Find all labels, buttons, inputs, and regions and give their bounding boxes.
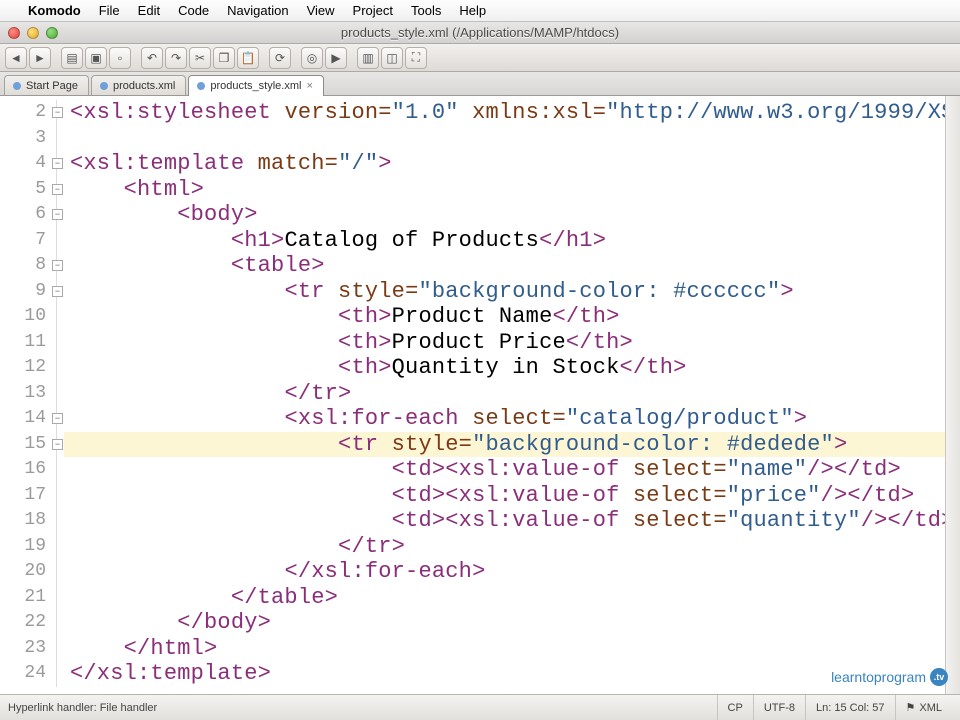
app-name[interactable]: Komodo xyxy=(28,3,81,18)
tab-icon xyxy=(100,82,108,90)
line-number-gutter: 23456789101112131415161718192021222324 xyxy=(0,96,50,694)
tab-icon xyxy=(197,82,205,90)
vertical-scrollbar[interactable] xyxy=(945,96,960,694)
status-readonly[interactable]: CP xyxy=(717,695,753,720)
run-button[interactable]: ▶ xyxy=(325,47,347,69)
forward-button[interactable]: ► xyxy=(29,47,51,69)
split-button[interactable]: ◫ xyxy=(381,47,403,69)
menu-edit[interactable]: Edit xyxy=(138,3,160,18)
open-button[interactable]: ▣ xyxy=(85,47,107,69)
status-message: Hyperlink handler: File handler xyxy=(8,702,157,714)
toolbar: ◄ ► ▤ ▣ ▫ ↶ ↷ ✂ ❐ 📋 ⟳ ◎ ▶ ▥ ◫ ⛶ xyxy=(0,44,960,72)
back-button[interactable]: ◄ xyxy=(5,47,27,69)
menu-tools[interactable]: Tools xyxy=(411,3,441,18)
editor-tabs: Start Page products.xml products_style.x… xyxy=(0,72,960,96)
menu-help[interactable]: Help xyxy=(459,3,486,18)
reload-button[interactable]: ⟳ xyxy=(269,47,291,69)
window-title: products_style.xml (/Applications/MAMP/h… xyxy=(0,25,960,40)
menu-navigation[interactable]: Navigation xyxy=(227,3,288,18)
window-titlebar: products_style.xml (/Applications/MAMP/h… xyxy=(0,22,960,44)
save-button[interactable]: ▫ xyxy=(109,47,131,69)
menubar: Komodo File Edit Code Navigation View Pr… xyxy=(0,0,960,22)
fold-column[interactable] xyxy=(50,96,64,694)
tab-start-page[interactable]: Start Page xyxy=(4,75,89,95)
preview-button[interactable]: ◎ xyxy=(301,47,323,69)
close-tab-icon[interactable]: × xyxy=(306,80,312,92)
undo-button[interactable]: ↶ xyxy=(141,47,163,69)
tab-products-style-xml[interactable]: products_style.xml× xyxy=(188,75,324,96)
menu-file[interactable]: File xyxy=(99,3,120,18)
status-language[interactable]: ⚑ XML xyxy=(895,695,953,720)
menu-project[interactable]: Project xyxy=(353,3,393,18)
status-cursor-position: Ln: 15 Col: 57 xyxy=(805,695,895,720)
editor[interactable]: 23456789101112131415161718192021222324 <… xyxy=(0,96,960,694)
code-area[interactable]: <xsl:stylesheet version="1.0" xmlns:xsl=… xyxy=(64,96,960,694)
fullscreen-button[interactable]: ⛶ xyxy=(405,47,427,69)
redo-button[interactable]: ↷ xyxy=(165,47,187,69)
watermark-logo: learntoprogram.tv xyxy=(831,668,948,686)
paste-button[interactable]: 📋 xyxy=(237,47,259,69)
tab-icon xyxy=(13,82,21,90)
tab-products-xml[interactable]: products.xml xyxy=(91,75,186,95)
minimap-button[interactable]: ▥ xyxy=(357,47,379,69)
cut-button[interactable]: ✂ xyxy=(189,47,211,69)
menu-view[interactable]: View xyxy=(307,3,335,18)
menu-code[interactable]: Code xyxy=(178,3,209,18)
new-file-button[interactable]: ▤ xyxy=(61,47,83,69)
copy-button[interactable]: ❐ xyxy=(213,47,235,69)
status-bar: Hyperlink handler: File handler CP UTF-8… xyxy=(0,694,960,720)
status-encoding[interactable]: UTF-8 xyxy=(753,695,805,720)
